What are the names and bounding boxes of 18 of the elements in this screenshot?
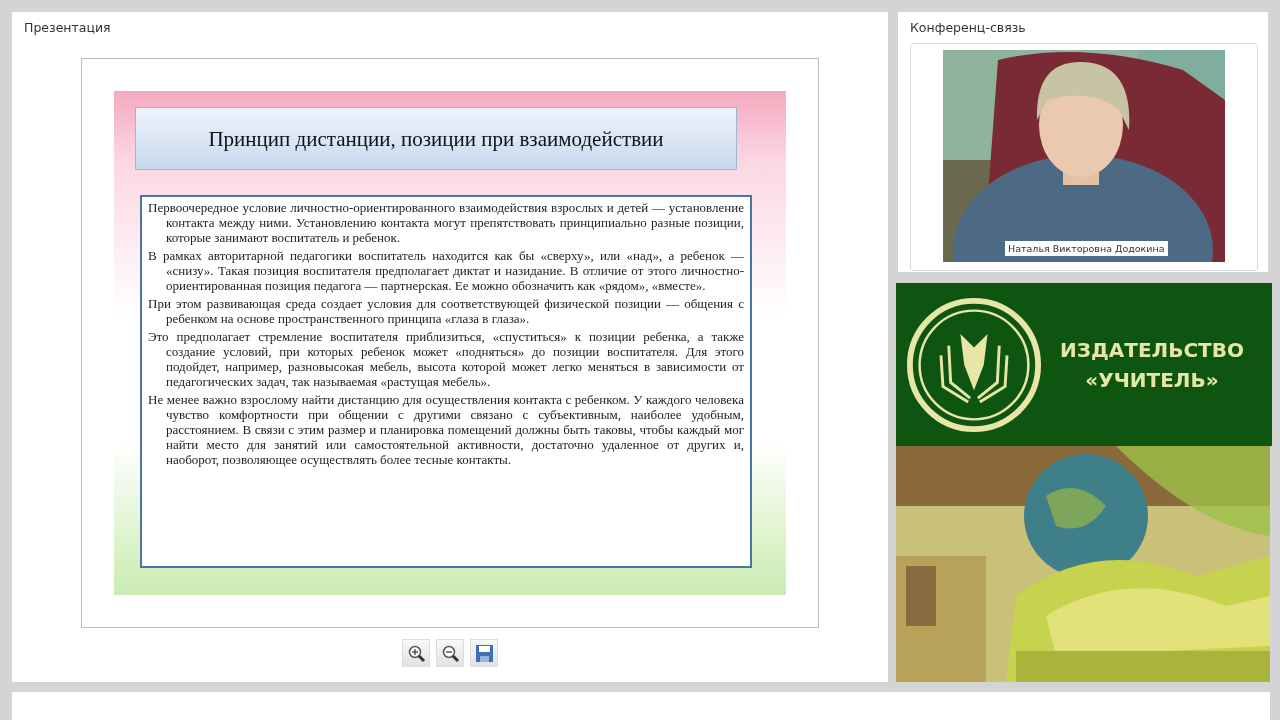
slide-paragraph: При этом развивающая среда создает условия для соответствующей физической позиции — общения с ребенком на основе пространственного принципа «глаза в глаза». bbox=[148, 296, 744, 326]
zoom-in-icon bbox=[406, 643, 426, 663]
slide-paragraph: Это предполагает стремление воспитателя приблизиться, «спуститься» к позиции ребенка, а также создание условий, при которых ребенок может «подняться» до позиции воспитателя. Для этого подойдет, например, разновысокая мебель, высота которой может легко меняться в зависимости от педагогических задач, так называемая «растущая мебель». bbox=[148, 329, 744, 389]
participant-name: Наталья Викторовна Додокина bbox=[1005, 241, 1168, 256]
slide-paragraph: В рамках авторитарной педагогики воспитатель находится как бы «сверху», или «над», а ребенок — «снизу». Такая позиция воспитателя предполагает диктат и назидание. В отличие от этого личностно-ориентированная позиция педагога — партнерская. Ее можно обозначить как «рядом», «вместе». bbox=[148, 248, 744, 293]
slide-paragraph: Первоочередное условие личностно-ориентированного взаимодействия взрослых и детей — установление контакта между ними. Установлению контакта могут препятствовать принципиально разные позиции, которые занимают воспитатель и ребенок. bbox=[148, 200, 744, 245]
publisher-name: ИЗДАТЕЛЬСТВО bbox=[1060, 336, 1244, 364]
publisher-name: «УЧИТЕЛЬ» bbox=[1085, 366, 1219, 394]
slide-paragraph: Не менее важно взрослому найти дистанцию для осуществления контакта с ребенком. У каждого человека чувство комфортности при общении с другими связано с субъективным, наиболее удобным, расстоянием. В связи с этим размер и планировка помещений должны быть таковы, чтобы каждый мог найти место для занятий или самостоятельной активности, достаточно удаленное от других и, наоборот, позволяющее осуществлять более тесные контакты. bbox=[148, 392, 744, 467]
save-icon bbox=[474, 643, 494, 663]
panel-title: Презентация bbox=[24, 20, 111, 37]
panel-title: Конференц-связь bbox=[910, 20, 1027, 37]
save-button[interactable] bbox=[470, 639, 498, 667]
logo-icon bbox=[906, 296, 1042, 433]
slide-heading: Принцип дистанции, позиции при взаимодействии bbox=[135, 107, 737, 170]
zoom-out-icon bbox=[440, 643, 460, 663]
zoom-button[interactable] bbox=[402, 639, 430, 667]
zoom-button[interactable] bbox=[436, 639, 464, 667]
